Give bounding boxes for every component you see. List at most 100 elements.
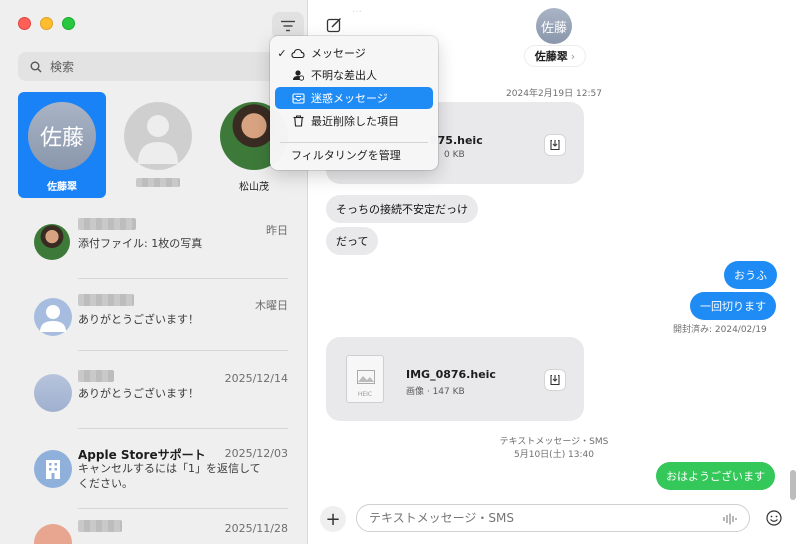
- incoming-message[interactable]: だって: [326, 227, 379, 255]
- contact-initials: 佐藤: [540, 20, 567, 36]
- divider: [78, 508, 288, 509]
- plus-icon: +: [325, 508, 341, 530]
- search-field[interactable]: 検索: [18, 52, 288, 81]
- message-input[interactable]: [369, 511, 709, 525]
- unknown-sender-icon: [289, 69, 307, 81]
- compose-icon: [326, 17, 342, 33]
- contact-name-redacted: [78, 218, 136, 230]
- menu-item-manage-filtering[interactable]: フィルタリングを管理: [275, 144, 433, 166]
- divider: [78, 428, 288, 429]
- avatar: [34, 524, 72, 544]
- file-type-label: HEIC: [357, 391, 373, 398]
- message-timestamp: 2024年2月19日 12:57: [506, 89, 602, 99]
- menu-item-messages[interactable]: ✓ メッセージ: [275, 42, 433, 64]
- download-button[interactable]: [544, 369, 566, 391]
- outgoing-sms-message[interactable]: おはようございます: [656, 462, 775, 490]
- conversation-row[interactable]: 2025/11/28: [0, 518, 308, 544]
- divider: [78, 350, 288, 351]
- window-minimize-button[interactable]: [40, 17, 53, 30]
- message-timestamp: テキストメッセージ・SMS 5月10日(土) 13:40: [484, 434, 624, 460]
- chevron-right-icon: ›: [570, 49, 576, 63]
- filter-menu: ✓ メッセージ 不明な差出人 迷惑メッセージ 最近削除した項目 フィルタリングを…: [270, 36, 438, 170]
- conversation-date: 2025/12/14: [224, 372, 288, 385]
- person-silhouette-icon: [40, 305, 66, 332]
- search-placeholder: 検索: [50, 60, 75, 74]
- heic-file-icon: HEIC: [346, 355, 384, 403]
- conversation-date: 木曜日: [255, 299, 288, 312]
- menu-item-unknown-senders[interactable]: 不明な差出人: [275, 64, 433, 86]
- conversation-date: 2025/11/28: [224, 522, 288, 535]
- messages-window: 検索 佐藤 佐藤翠 松山茂 昨日 添付ファイル: 1枚の写真 木曜日 ありがとう…: [0, 0, 800, 544]
- person-silhouette-icon: [138, 115, 178, 164]
- menu-item-label: フィルタリングを管理: [291, 149, 401, 162]
- conversation-preview: 添付ファイル: 1枚の写真: [78, 237, 203, 250]
- conversation-date: 昨日: [266, 224, 288, 237]
- cloud-bubble-icon: [289, 48, 307, 59]
- window-close-button[interactable]: [18, 17, 31, 30]
- outgoing-message[interactable]: おうふ: [724, 261, 777, 289]
- contact-name: 佐藤翠: [534, 50, 568, 63]
- pinned-contact-name: 松山茂: [239, 182, 269, 193]
- divider: [78, 278, 288, 279]
- conversation-preview: キャンセルするには「1」を返信してください。: [78, 462, 261, 490]
- download-icon: [550, 374, 560, 386]
- download-button[interactable]: [544, 134, 566, 156]
- conversation-row[interactable]: Apple Storeサポート 2025/12/03 キャンセルするには「1」を…: [0, 444, 308, 509]
- contact-name-redacted: [78, 294, 134, 306]
- pinned-contact-sato[interactable]: 佐藤 佐藤翠: [18, 92, 106, 198]
- window-zoom-button[interactable]: [62, 17, 75, 30]
- avatar: [34, 450, 72, 488]
- message-composer[interactable]: [356, 504, 750, 532]
- contact-avatar[interactable]: 佐藤: [536, 8, 572, 44]
- pinned-contact-2[interactable]: [114, 92, 202, 198]
- incoming-message[interactable]: そっちの接続不安定だっけ: [326, 195, 478, 223]
- menu-item-label: 最近削除した項目: [311, 115, 399, 128]
- filter-lines-icon: [281, 20, 295, 32]
- pinned-contact-name: 佐藤翠: [47, 182, 77, 193]
- faded-background-text: …: [352, 4, 362, 15]
- scrollbar-thumb[interactable]: [790, 470, 796, 500]
- conversation-row[interactable]: 木曜日 ありがとうございます！: [0, 290, 308, 352]
- avatar: [34, 374, 72, 412]
- menu-divider: [280, 142, 428, 143]
- junk-tray-icon: [289, 92, 307, 104]
- timestamp-date: 5月10日(土) 13:40: [514, 450, 594, 460]
- menu-item-label: 迷惑メッセージ: [311, 92, 388, 105]
- file-name: IMG_0876.heic: [406, 368, 496, 381]
- file-meta: 画像 · 147 KB: [406, 387, 465, 397]
- emoji-button[interactable]: [764, 508, 784, 528]
- pinned-contact-name-redacted: [136, 178, 180, 190]
- avatar: [34, 224, 70, 260]
- search-icon: [30, 61, 42, 72]
- avatar: [34, 298, 72, 336]
- audio-waveform-icon[interactable]: [723, 513, 737, 525]
- file-attachment[interactable]: HEIC IMG_0876.heic 画像 · 147 KB: [326, 337, 584, 421]
- service-label: テキストメッセージ・SMS: [499, 437, 609, 447]
- menu-item-label: 不明な差出人: [311, 69, 377, 82]
- outgoing-message[interactable]: 一回切ります: [690, 292, 776, 320]
- conversation-row[interactable]: 2025/12/14 ありがとうございます！: [0, 368, 308, 430]
- read-receipt: 開封済み: 2024/02/19: [673, 325, 767, 335]
- conversation-preview: ありがとうございます！: [78, 313, 199, 326]
- avatar: [124, 102, 192, 170]
- checkmark-icon: ✓: [277, 46, 287, 60]
- menu-item-label: メッセージ: [311, 47, 366, 60]
- contact-name-redacted: [78, 520, 122, 532]
- building-icon: [46, 460, 60, 479]
- file-meta: 0 KB: [444, 150, 465, 160]
- menu-item-recently-deleted[interactable]: 最近削除した項目: [275, 110, 433, 132]
- smiley-icon: [766, 510, 782, 526]
- download-icon: [550, 139, 560, 151]
- menu-item-junk[interactable]: 迷惑メッセージ: [275, 87, 433, 109]
- contact-name-redacted: [78, 370, 114, 382]
- conversation-preview: ありがとうございます！: [78, 387, 199, 400]
- conversation-row[interactable]: 昨日 添付ファイル: 1枚の写真: [0, 214, 308, 279]
- avatar: 佐藤: [28, 102, 96, 170]
- avatar-initials: 佐藤: [39, 126, 84, 151]
- image-icon: [357, 370, 375, 384]
- add-attachment-button[interactable]: +: [320, 506, 346, 532]
- conversation-date: 2025/12/03: [224, 447, 288, 460]
- contact-name-button[interactable]: 佐藤翠 ›: [524, 45, 586, 67]
- pinned-conversations: 佐藤 佐藤翠 松山茂: [0, 92, 308, 200]
- trash-icon: [289, 115, 307, 127]
